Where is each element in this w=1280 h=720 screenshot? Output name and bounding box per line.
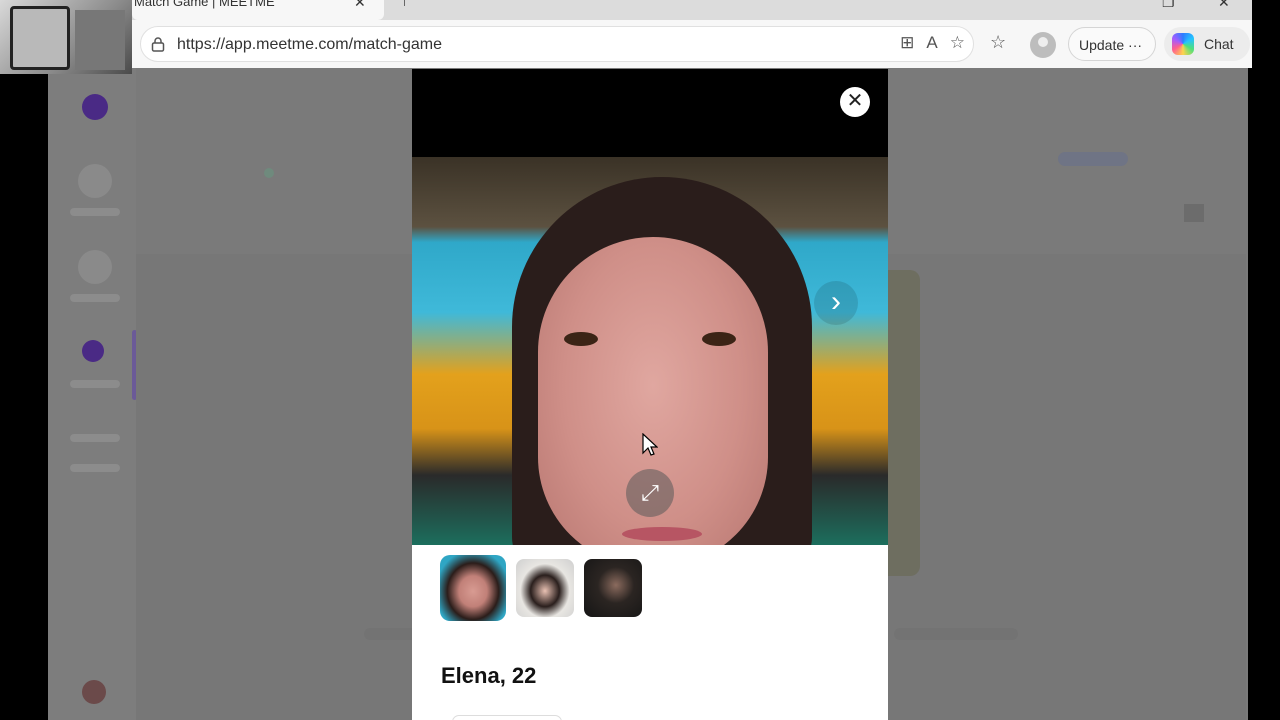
thumbnail-strip [440, 555, 642, 621]
read-aloud-icon[interactable]: A [926, 33, 937, 53]
expand-icon[interactable]: ⤢ [626, 469, 674, 517]
sidebar-label [70, 380, 120, 388]
browser-toolbar: https://app.meetme.com/match-game ⊞ A ☆ … [132, 20, 1252, 68]
sidebar-item-match[interactable] [82, 340, 104, 362]
sidebar-item-live[interactable] [78, 250, 112, 284]
photo-viewer: ✕ › ⤢ [412, 69, 888, 545]
photo-modal: ✕ › ⤢ Elena, 22 [412, 69, 888, 720]
url-text[interactable]: https://app.meetme.com/match-game [177, 36, 442, 54]
thumbnail-3[interactable] [584, 559, 642, 617]
sidebar-label [70, 434, 120, 442]
tab-title: Match Game | MEETME [134, 0, 275, 9]
more-icon: ··· [1128, 37, 1143, 53]
status-indicator [264, 168, 274, 178]
thumbnail-1[interactable] [440, 555, 506, 621]
header-pill[interactable] [1058, 152, 1128, 166]
lock-icon[interactable] [151, 36, 165, 52]
update-label: Update [1079, 37, 1125, 53]
profile-tag [452, 715, 562, 720]
background-text [894, 628, 1018, 640]
meetme-logo[interactable] [82, 94, 108, 120]
next-photo-button[interactable]: › [814, 281, 858, 325]
chat-label: Chat [1204, 36, 1234, 52]
update-button[interactable]: Update ··· [1068, 27, 1156, 61]
tab-separator [404, 0, 405, 6]
close-window-icon[interactable]: ✕ [1218, 0, 1230, 11]
browser-tab[interactable]: Match Game | MEETME ✕ [132, 0, 384, 20]
close-modal-button[interactable]: ✕ [840, 87, 870, 117]
avatar[interactable] [82, 680, 106, 704]
favorites-icon[interactable]: ☆ [990, 32, 1006, 53]
split-screen-icon[interactable]: ⊞ [900, 33, 914, 53]
copilot-icon [1172, 33, 1194, 55]
star-icon[interactable]: ☆ [950, 33, 965, 53]
sidebar-item-discover[interactable] [78, 164, 112, 198]
chat-button[interactable]: Chat [1164, 27, 1250, 61]
tab-strip: Match Game | MEETME ✕ ❐ ✕ [132, 0, 1252, 20]
sidebar-label [70, 294, 120, 302]
profile-icon[interactable] [1030, 32, 1056, 58]
filter-icon[interactable] [1184, 204, 1204, 222]
sidebar-label [70, 464, 120, 472]
screen-edge [1252, 0, 1280, 720]
address-bar[interactable]: https://app.meetme.com/match-game ⊞ A ☆ [140, 26, 974, 62]
webcam-overlay [0, 0, 132, 74]
tab-close-icon[interactable]: ✕ [354, 0, 366, 11]
sidebar [48, 68, 137, 720]
profile-name: Elena, 22 [441, 663, 537, 688]
thumbnail-2[interactable] [516, 559, 574, 617]
restore-window-icon[interactable]: ❐ [1162, 0, 1175, 11]
sidebar-label [70, 208, 120, 216]
